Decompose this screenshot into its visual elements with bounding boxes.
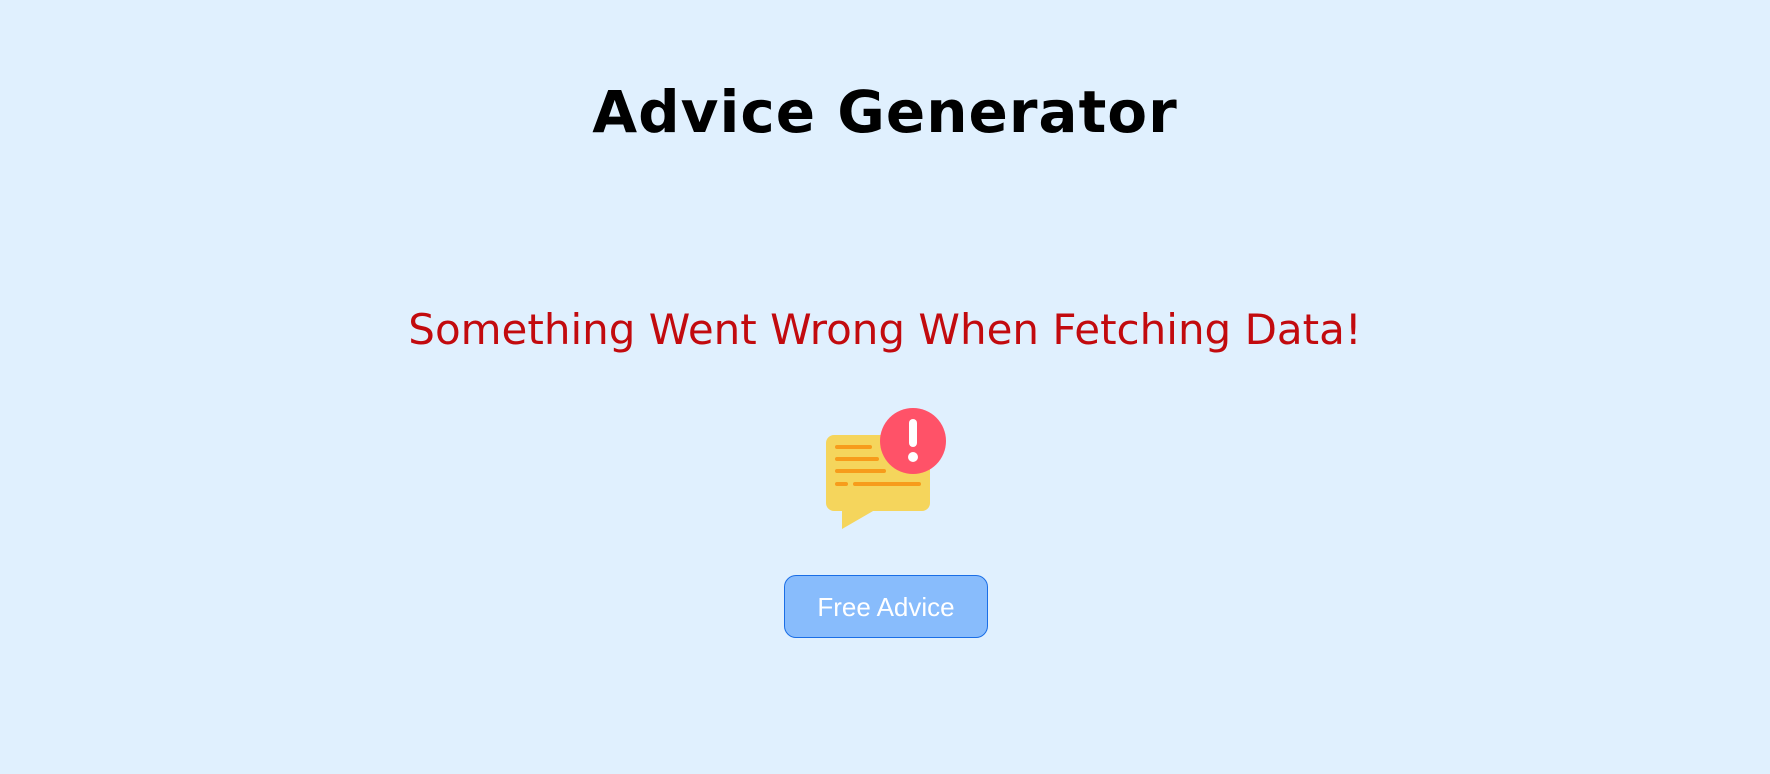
advice-generator-page: Advice Generator Something Went Wrong Wh…: [0, 0, 1770, 774]
error-message: Something Went Wrong When Fetching Data!: [408, 305, 1362, 354]
page-title: Advice Generator: [592, 78, 1178, 146]
exclamation-dot: [908, 452, 918, 462]
speech-bubble-tail: [842, 507, 880, 529]
free-advice-button[interactable]: Free Advice: [784, 575, 988, 638]
exclamation-bar: [909, 419, 917, 447]
chat-bubble-alert-icon: [826, 408, 946, 529]
